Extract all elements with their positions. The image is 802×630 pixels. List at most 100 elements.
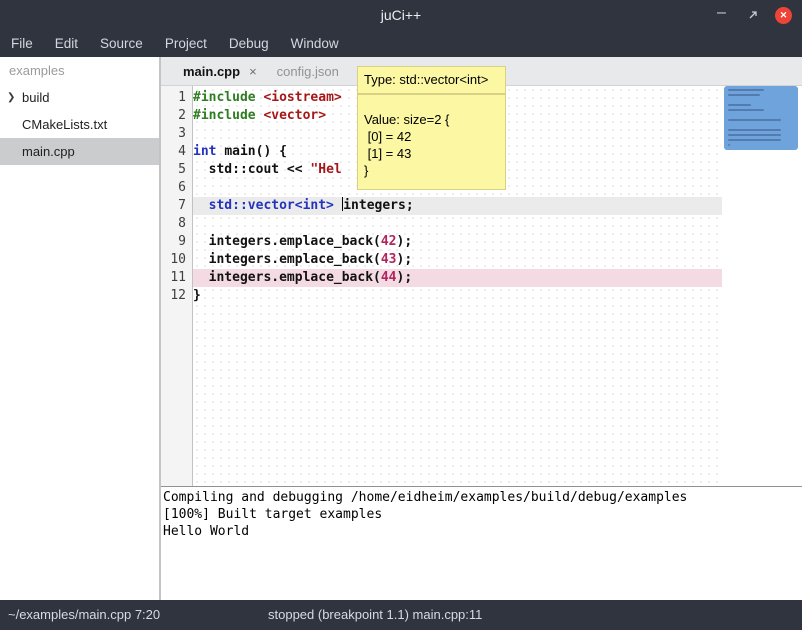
code-line-10[interactable]: integers.emplace_back(43); — [193, 251, 722, 269]
line-number[interactable]: 5 — [161, 161, 192, 179]
menu-item-window[interactable]: Window — [280, 30, 350, 57]
code-token: ( — [373, 252, 381, 267]
code-token — [193, 270, 209, 285]
debug-type-tooltip: Type: std::vector<int> — [357, 66, 506, 94]
code-token: #include — [193, 90, 256, 105]
source-map-line — [728, 129, 781, 131]
status-file-position: ~/examples/main.cpp 7:20 — [8, 600, 160, 630]
line-number[interactable]: 3 — [161, 125, 192, 143]
tab-config-json[interactable]: config.json — [267, 57, 349, 85]
menu-item-debug[interactable]: Debug — [218, 30, 280, 57]
tab-main-cpp[interactable]: main.cpp × — [173, 57, 267, 85]
code-token — [193, 198, 209, 213]
close-button[interactable]: ✕ — [775, 7, 792, 24]
code-line-12[interactable]: } — [193, 287, 722, 305]
code-token: } — [193, 288, 201, 303]
line-number[interactable]: 11 — [161, 269, 192, 287]
restore-button[interactable] — [744, 7, 761, 24]
code-line-8[interactable] — [193, 215, 722, 233]
code-token: emplace_back — [279, 270, 373, 285]
window-title: juCi++ — [0, 0, 802, 30]
app-window: juCi++ – ✕ FileEditSourceProjectDebugWin… — [0, 0, 802, 630]
code-line-11[interactable]: integers.emplace_back(44); — [193, 269, 722, 287]
tab-label: config.json — [277, 64, 339, 79]
line-number[interactable]: 2 — [161, 107, 192, 125]
code-token: . — [271, 234, 279, 249]
line-number[interactable]: 4 — [161, 143, 192, 161]
tab-label: main.cpp — [183, 64, 240, 79]
code-token: std::vector<int> — [209, 198, 334, 213]
code-token: <iostream> — [263, 90, 341, 105]
code-token: #include — [193, 108, 256, 123]
menu-item-source[interactable]: Source — [89, 30, 154, 57]
terminal-line: Compiling and debugging /home/eidheim/ex… — [163, 489, 802, 506]
line-number[interactable]: 9 — [161, 233, 192, 251]
source-map-line — [728, 139, 781, 141]
title-bar: juCi++ – ✕ — [0, 0, 802, 30]
source-map-visible-region — [724, 86, 798, 150]
source-map-line — [728, 109, 764, 111]
source-map-line — [728, 94, 760, 96]
close-icon: ✕ — [780, 10, 788, 21]
file-tree: ❯ build CMakeLists.txt main.cpp — [0, 84, 159, 165]
code-token: ( — [373, 234, 381, 249]
line-number-gutter: 123456789101112 — [161, 86, 193, 489]
menu-item-file[interactable]: File — [0, 30, 44, 57]
tooltip-value-line: Value: size=2 { — [364, 111, 505, 128]
code-token: << — [279, 162, 310, 177]
code-token: 43 — [381, 252, 397, 267]
code-token: ); — [397, 270, 413, 285]
code-token: . — [271, 270, 279, 285]
source-map-line — [728, 104, 751, 106]
file-tree-panel: examples ❯ build CMakeLists.txt main.cpp — [0, 57, 159, 600]
code-token: integers — [343, 198, 406, 213]
tree-item-main-cpp[interactable]: main.cpp — [0, 138, 159, 165]
line-number[interactable]: 12 — [161, 287, 192, 305]
project-name: examples — [0, 57, 159, 84]
tree-item-label: main.cpp — [22, 144, 75, 159]
code-token: ); — [397, 234, 413, 249]
code-token: ( — [373, 270, 381, 285]
menu-item-project[interactable]: Project — [154, 30, 218, 57]
minimize-button[interactable]: – — [713, 5, 730, 26]
line-number[interactable]: 1 — [161, 89, 192, 107]
line-number[interactable]: 7 — [161, 197, 192, 215]
line-number[interactable]: 6 — [161, 179, 192, 197]
code-token — [334, 198, 342, 213]
tree-item-label: build — [22, 90, 49, 105]
chevron-right-icon[interactable]: ❯ — [7, 84, 15, 111]
source-map-line — [728, 119, 781, 121]
code-token: 42 — [381, 234, 397, 249]
code-token: int — [193, 144, 216, 159]
tree-item-label: CMakeLists.txt — [22, 117, 107, 132]
code-token: () { — [256, 144, 287, 159]
code-token: emplace_back — [279, 252, 373, 267]
code-token: 44 — [381, 270, 397, 285]
code-token: integers — [209, 252, 272, 267]
code-token: ; — [406, 198, 414, 213]
tooltip-value-line: [0] = 42 — [364, 128, 505, 145]
code-line-7[interactable]: std::vector<int> integers; — [193, 197, 722, 215]
status-bar: ~/examples/main.cpp 7:20 stopped (breakp… — [0, 600, 802, 630]
source-map-line — [728, 144, 730, 146]
line-number[interactable]: 10 — [161, 251, 192, 269]
code-token: . — [271, 252, 279, 267]
menu-item-edit[interactable]: Edit — [44, 30, 89, 57]
code-token: emplace_back — [279, 234, 373, 249]
code-token — [193, 234, 209, 249]
menu-bar: FileEditSourceProjectDebugWindow — [0, 30, 802, 57]
source-map-line — [728, 89, 764, 91]
close-tab-icon[interactable]: × — [249, 64, 257, 79]
terminal-line: Hello World — [163, 523, 802, 540]
status-debug-state: stopped (breakpoint 1.1) main.cpp:11 — [268, 600, 482, 630]
line-number[interactable]: 8 — [161, 215, 192, 233]
tree-item-build[interactable]: ❯ build — [0, 84, 159, 111]
code-line-9[interactable]: integers.emplace_back(42); — [193, 233, 722, 251]
window-controls: – ✕ — [713, 0, 792, 30]
code-token: <vector> — [263, 108, 326, 123]
source-map[interactable] — [722, 86, 802, 486]
tooltip-value-line: } — [364, 162, 505, 179]
code-token: "Hel — [310, 162, 341, 177]
tree-item-cmakelists-txt[interactable]: CMakeLists.txt — [0, 111, 159, 138]
code-token: integers — [209, 234, 272, 249]
